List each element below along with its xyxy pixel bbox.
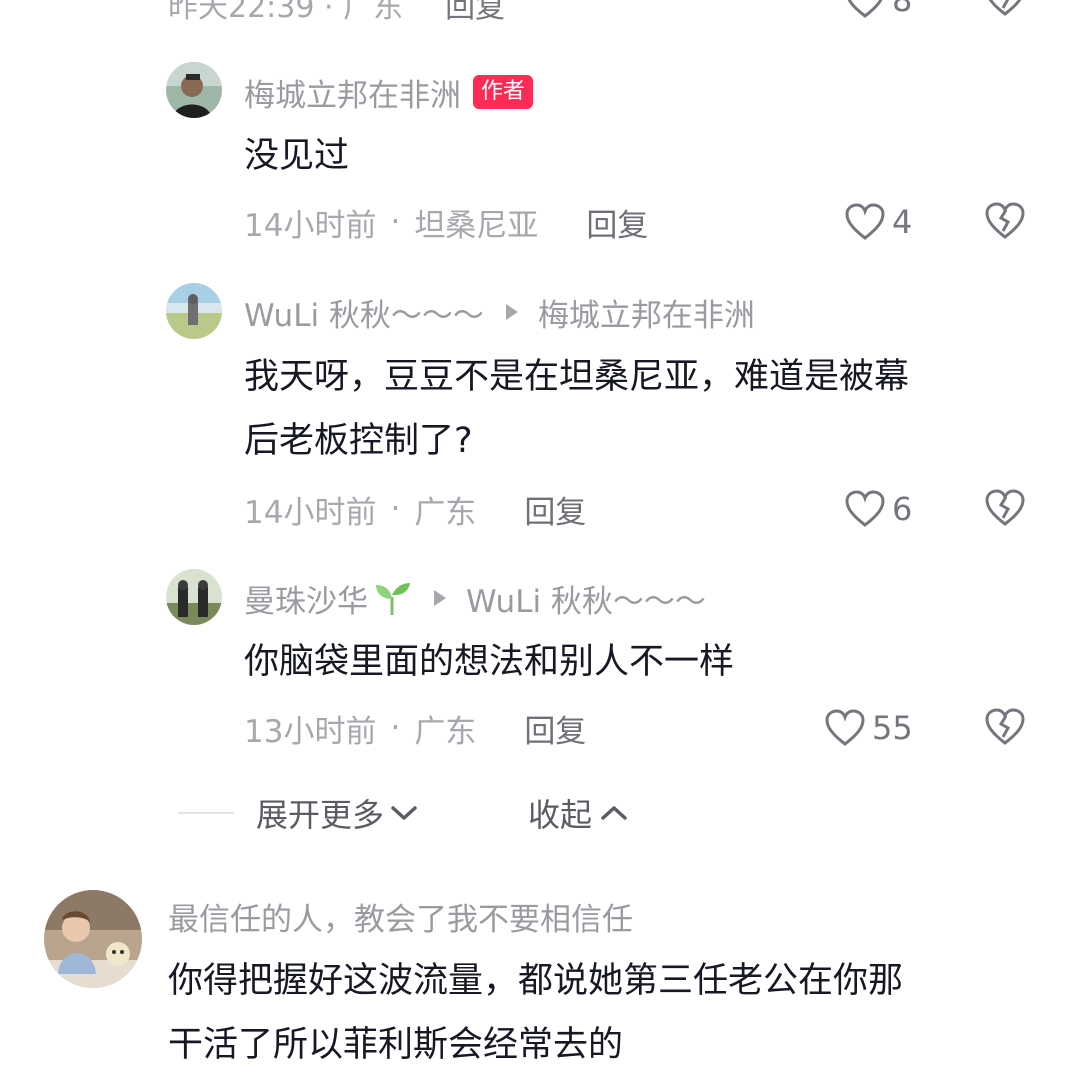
triangle-right-icon [505,304,518,320]
collapse-label: 收起 [528,796,593,834]
username[interactable]: 曼珠沙华 [244,576,368,621]
like-button[interactable]: 6 [844,487,912,531]
comment-text: 没见过 [244,136,350,176]
sprout-icon [376,583,410,615]
avatar[interactable] [166,62,222,118]
comment-time: 13小时前 [244,713,377,750]
comment-user-line: 最信任的人，教会了我不要相信任 [168,894,633,938]
comment-meta: 14小时前 · 坦桑尼亚 回复 [244,200,648,244]
divider [178,812,234,814]
comment-text-line-2: 后老板控制了? [244,421,473,461]
dislike-button[interactable] [984,707,1026,751]
like-button[interactable]: 4 [844,200,912,244]
reply-button[interactable]: 回复 [524,706,586,751]
separator: · [390,710,401,746]
collapse-button[interactable]: 收起 [528,790,630,836]
broken-heart-icon [985,202,1025,239]
author-badge: 作者 [473,75,534,109]
heart-outline-icon [845,490,885,527]
heart-outline-icon [847,0,883,18]
broken-heart-icon [988,0,1022,16]
username[interactable]: 最信任的人，教会了我不要相信任 [168,894,633,939]
dislike-button[interactable] [984,488,1026,532]
comment-text: 你脑袋里面的想法和别人不一样 [244,642,735,682]
avatar[interactable] [166,569,222,625]
reply-button[interactable]: 回复 [524,487,586,532]
reply-to-username[interactable]: 梅城立邦在非洲 [538,290,755,335]
comment-location: 广东 [414,494,477,531]
comment-user-line: 曼珠沙华 WuLi 秋秋～～～ [244,576,706,620]
comment-location: 坦桑尼亚 [414,207,539,244]
expand-more-label: 展开更多 [256,796,385,834]
like-count: 8 [892,0,913,19]
separator: · [390,491,401,527]
like-count: 4 [892,203,913,241]
avatar[interactable] [166,283,222,339]
chevron-down-icon [391,806,417,820]
like-button[interactable]: 55 [824,706,913,750]
separator: · [390,204,401,240]
like-count: 6 [892,490,913,528]
top-comment-dislike-button[interactable] [984,0,1026,22]
comment-meta: 14小时前 · 广东 回复 [244,487,586,531]
comment-time: 14小时前 [244,494,377,531]
reply-button[interactable]: 回复 [586,200,648,245]
like-count: 55 [872,709,913,747]
expand-more-button[interactable]: 展开更多 [256,790,420,836]
top-comment-meta-text: 昨天22:39 · 广东 [168,0,404,25]
comment-text-line-1: 我天呀，豆豆不是在坦桑尼亚，难道是被幕 [244,357,910,397]
top-comment-like-button[interactable]: 8 [844,0,912,22]
avatar-image [166,283,222,339]
triangle-right-icon [434,590,446,606]
heart-outline-icon [845,203,885,240]
top-comment-meta: 昨天22:39 · 广东 回复 [168,0,505,26]
reply-to-username[interactable]: WuLi 秋秋～～～ [466,576,706,621]
avatar-image [166,569,222,625]
avatar-image [44,890,142,988]
broken-heart-icon [985,489,1025,526]
comment-location: 广东 [414,713,477,750]
comment-text-line-2: 干活了所以菲利斯会经常去的 [168,1025,624,1065]
chevron-up-icon [601,806,627,820]
username[interactable]: 梅城立邦在非洲 [244,70,461,115]
broken-heart-icon [985,708,1025,745]
username[interactable]: WuLi 秋秋～～～ [244,290,484,335]
top-comment-reply-button[interactable]: 回复 [445,0,505,25]
heart-outline-icon [825,709,865,746]
comment-user-line: 梅城立邦在非洲 作者 [244,70,534,115]
comment-meta: 13小时前 · 广东 回复 [244,706,586,750]
comment-time: 14小时前 [244,207,377,244]
comment-user-line: WuLi 秋秋～～～ 梅城立邦在非洲 [244,290,755,334]
comment-text-line-1: 你得把握好这波流量，都说她第三任老公在你那 [168,961,904,1001]
avatar-image [166,62,222,118]
dislike-button[interactable] [984,201,1026,245]
avatar[interactable] [44,890,142,988]
